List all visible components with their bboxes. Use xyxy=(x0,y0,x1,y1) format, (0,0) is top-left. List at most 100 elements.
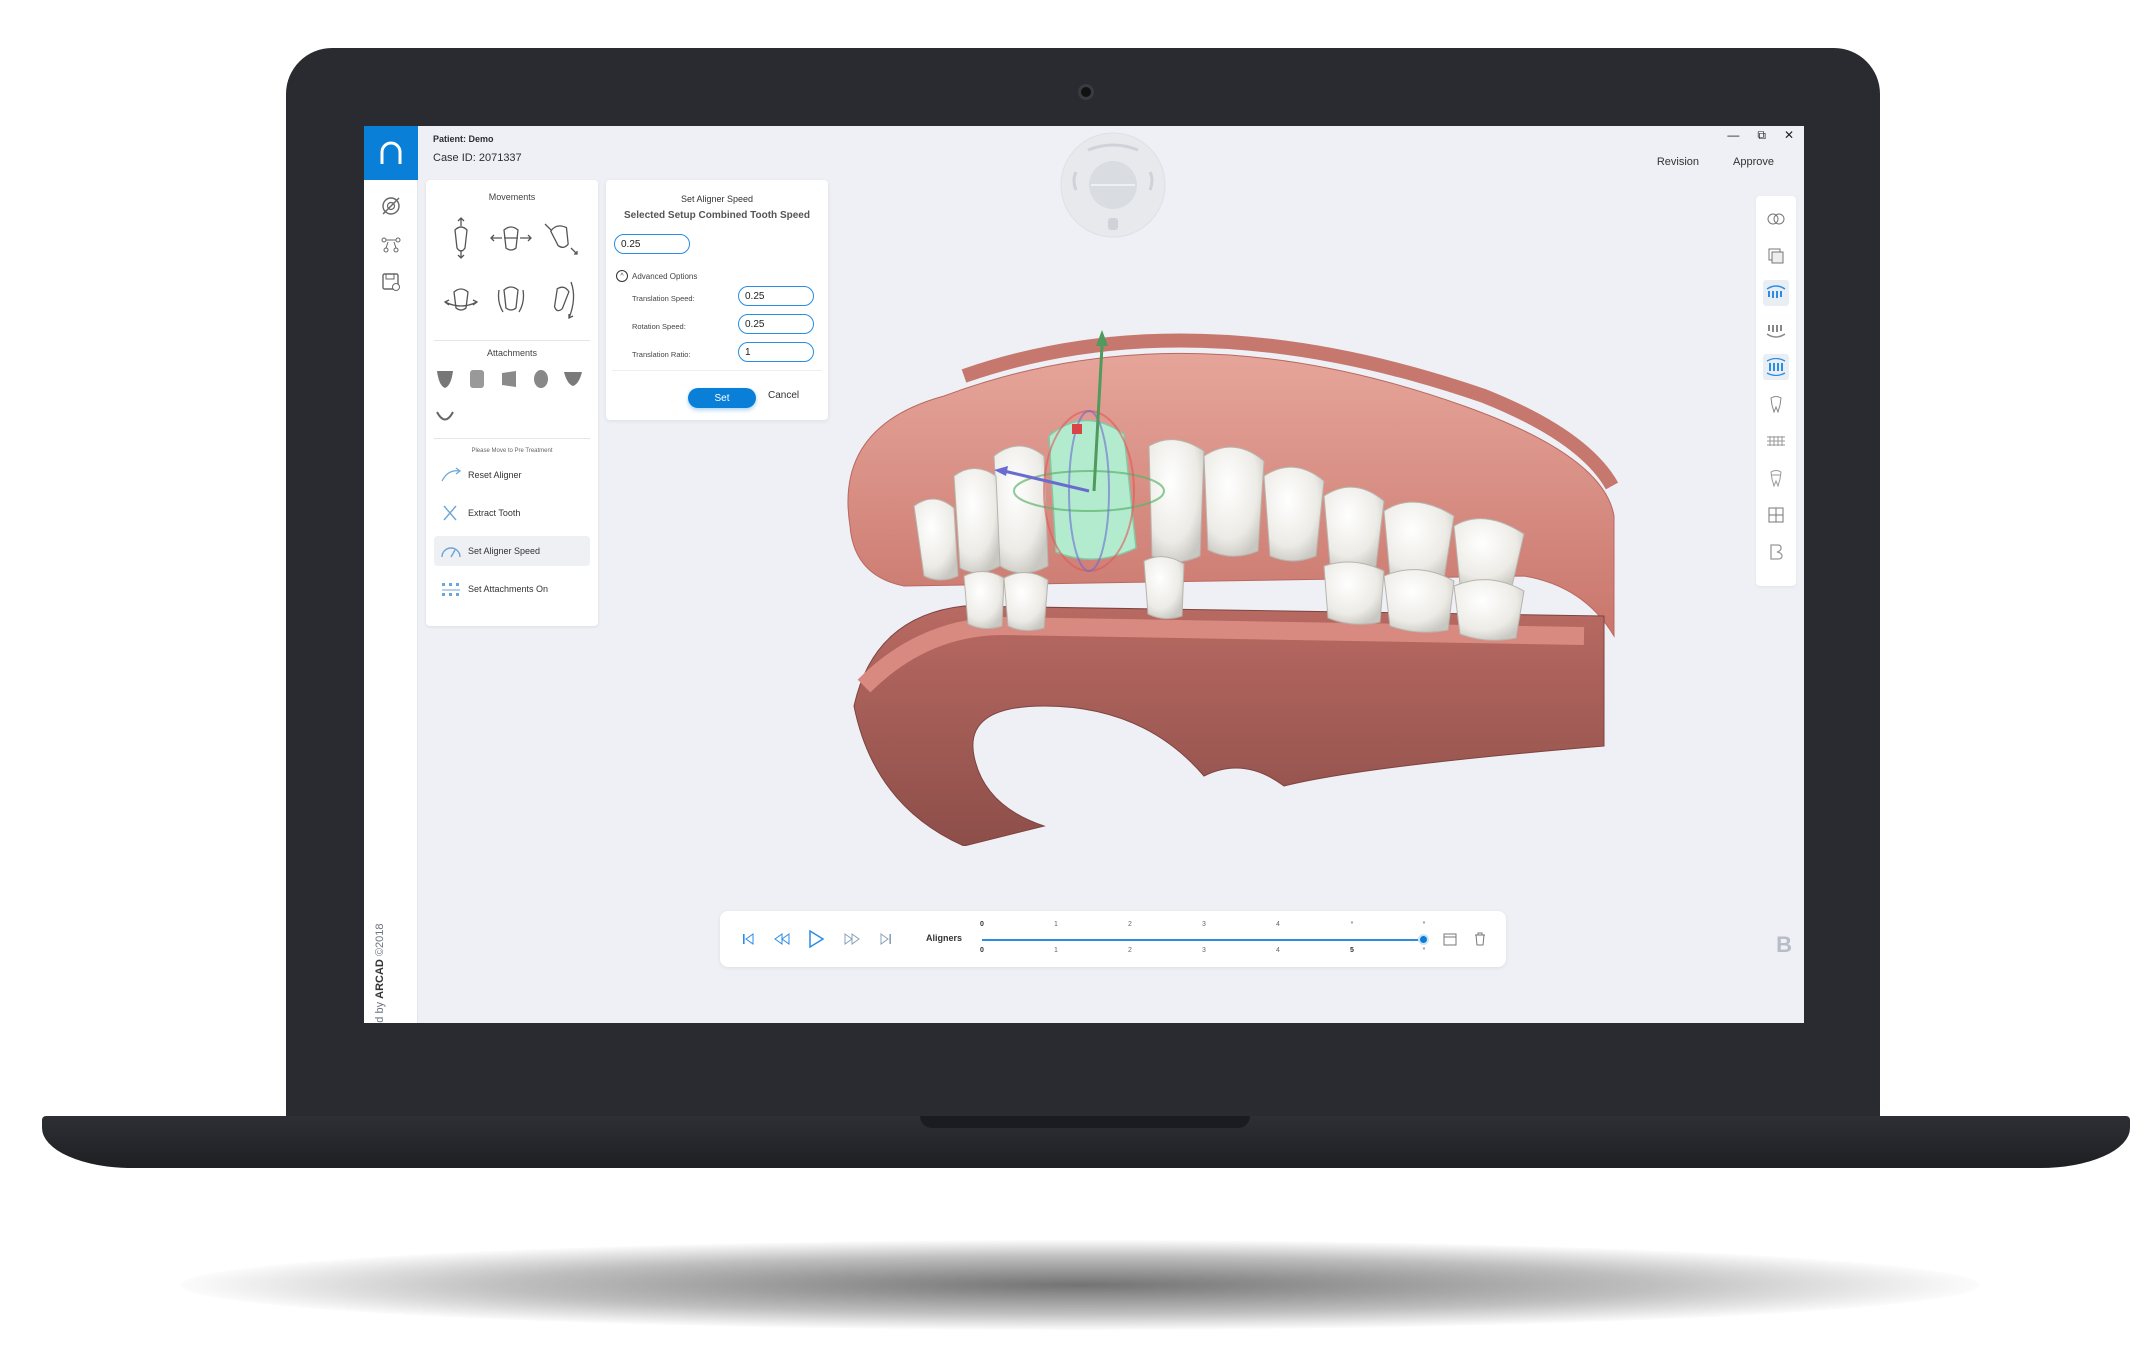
arch-logo-icon xyxy=(380,141,402,164)
top-actions: Revision Approve xyxy=(1657,156,1774,168)
translation-icon[interactable] xyxy=(486,212,536,264)
tick-top: 2 xyxy=(1128,921,1132,928)
dialog-title: Set Aligner Speed xyxy=(680,194,754,204)
dental-3d-model[interactable] xyxy=(764,286,1664,846)
extract-tooth-icon xyxy=(440,504,468,522)
divider xyxy=(434,438,590,439)
attachment-row xyxy=(434,366,584,392)
layers-icon[interactable] xyxy=(1763,243,1789,269)
attachment-bevel-icon[interactable] xyxy=(498,366,520,392)
left-rail: Powered by ARCAD ©2018 xyxy=(364,180,418,1023)
dialog-subtitle: Selected Setup Combined Tooth Speed xyxy=(624,210,810,221)
chevron-up-icon: ^ xyxy=(616,270,628,282)
attachment-oval-icon[interactable] xyxy=(530,366,552,392)
tick-top: 3 xyxy=(1202,921,1206,928)
menu-label: Set Attachments On xyxy=(468,584,549,594)
rotation-speed-label: Rotation Speed: xyxy=(632,322,686,331)
advanced-options-toggle[interactable]: ^ Advanced Options xyxy=(616,270,697,282)
tick-top: 1 xyxy=(1054,921,1058,928)
window-controls: — ⧉ ✕ xyxy=(1727,128,1794,143)
overlap-icon[interactable] xyxy=(1763,206,1789,232)
laptop-base-notch xyxy=(920,1116,1250,1128)
restore-button[interactable]: ⧉ xyxy=(1757,128,1766,143)
set-aligner-speed-button[interactable]: Set Aligner Speed xyxy=(434,536,590,566)
upper-arch-icon[interactable] xyxy=(1763,280,1789,306)
menu-label: Reset Aligner xyxy=(468,470,522,480)
advanced-options-label: Advanced Options xyxy=(632,271,698,281)
skip-start-icon[interactable] xyxy=(738,929,758,949)
pre-treatment-note: Please Move to Pre Treatment xyxy=(471,448,553,454)
set-button[interactable]: Set xyxy=(688,388,756,408)
combined-speed-input[interactable]: 0.25 xyxy=(614,234,690,254)
divider xyxy=(434,340,590,341)
tipping-icon[interactable] xyxy=(436,274,486,326)
powered-by: Powered by ARCAD ©2018 xyxy=(374,923,386,1023)
tick-bottom: 1 xyxy=(1054,947,1058,954)
view-cube[interactable] xyxy=(1058,130,1168,240)
angulation-icon[interactable] xyxy=(536,274,586,326)
tick-bottom: 0 xyxy=(980,947,984,954)
approve-button[interactable]: Approve xyxy=(1733,156,1774,168)
minimize-button[interactable]: — xyxy=(1727,128,1739,143)
extract-tooth-button[interactable]: Extract Tooth xyxy=(434,498,590,528)
skip-end-icon[interactable] xyxy=(876,929,896,949)
aligners-label: Aligners xyxy=(926,933,963,943)
attachment-rect-icon[interactable] xyxy=(466,366,488,392)
arch-grid-icon[interactable] xyxy=(1763,428,1789,454)
reset-aligner-icon xyxy=(440,467,468,483)
tick-top: 4 xyxy=(1276,921,1280,928)
movements-title: Movements xyxy=(488,192,536,202)
grid-icon[interactable] xyxy=(1763,502,1789,528)
calendar-icon[interactable] xyxy=(1440,929,1460,949)
tick-bottom: * xyxy=(1422,947,1426,954)
aligner-timeline: Aligners 0 1 2 3 4 * * 0 1 2 3 4 5 * xyxy=(720,911,1506,967)
torque-icon[interactable] xyxy=(486,274,536,326)
attachment-ellipsoid-icon[interactable] xyxy=(434,366,456,392)
rotation-icon[interactable] xyxy=(536,212,586,264)
extrusion-icon[interactable] xyxy=(436,212,486,264)
product-mockup: Powered by ARCAD ©2018 Patient: Demo Cas… xyxy=(0,0,2152,1366)
menu-label: Extract Tooth xyxy=(468,508,521,518)
app-logo[interactable] xyxy=(364,126,418,180)
save-settings-icon[interactable] xyxy=(379,270,403,294)
attachment-wedge-icon[interactable] xyxy=(562,366,584,392)
lower-arch-icon[interactable] xyxy=(1763,317,1789,343)
set-attachments-on-button[interactable]: Set Attachments On xyxy=(434,574,590,604)
tick-top: * xyxy=(1350,921,1354,928)
tick-bottom: 3 xyxy=(1202,947,1206,954)
timeline-track[interactable] xyxy=(982,939,1424,941)
speed-gauge-icon xyxy=(440,543,468,559)
both-arches-icon[interactable] xyxy=(1763,354,1789,380)
fast-forward-icon[interactable] xyxy=(842,929,862,949)
selected-tooth xyxy=(1048,419,1137,560)
translation-speed-label: Translation Speed: xyxy=(632,294,695,303)
menu-label: Set Aligner Speed xyxy=(468,546,541,556)
rewind-icon[interactable] xyxy=(772,929,792,949)
revision-button[interactable]: Revision xyxy=(1657,156,1699,168)
patient-name: Patient: Demo xyxy=(433,134,494,144)
app-screen: Powered by ARCAD ©2018 Patient: Demo Cas… xyxy=(364,126,1804,1023)
tooth-icon[interactable] xyxy=(1763,391,1789,417)
tick-top: 0 xyxy=(980,921,984,928)
tick-top: * xyxy=(1422,921,1426,928)
tick-bottom: 2 xyxy=(1128,947,1132,954)
no-view-icon[interactable] xyxy=(379,194,403,218)
path-nodes-icon[interactable] xyxy=(379,232,403,256)
timeline-handle[interactable] xyxy=(1418,934,1429,945)
attachments-on-icon xyxy=(440,581,468,597)
play-icon[interactable] xyxy=(806,929,826,949)
laptop-shadow xyxy=(180,1240,1980,1330)
tick-bottom: 4 xyxy=(1276,947,1280,954)
bolton-logo-icon: B xyxy=(1776,932,1792,957)
bolton-icon[interactable] xyxy=(1763,539,1789,565)
attachments-title: Attachments xyxy=(486,348,538,358)
reset-aligner-button[interactable]: Reset Aligner xyxy=(434,460,590,490)
trash-icon[interactable] xyxy=(1470,929,1490,949)
attachment-hook-icon[interactable] xyxy=(434,404,456,430)
case-id: Case ID: 2071337 xyxy=(433,152,522,164)
right-toolbar xyxy=(1756,196,1796,586)
translation-ratio-label: Translation Ratio: xyxy=(632,350,691,359)
close-button[interactable]: ✕ xyxy=(1784,128,1794,143)
tick-bottom: 5 xyxy=(1350,947,1354,954)
tooth-outline-icon[interactable] xyxy=(1763,465,1789,491)
